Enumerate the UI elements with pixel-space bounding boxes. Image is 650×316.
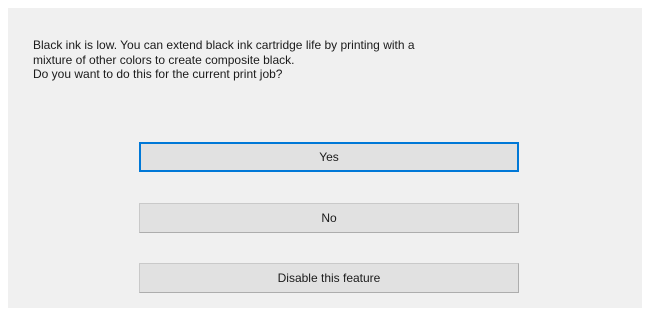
message-line-3: Do you want to do this for the current p…: [33, 67, 283, 81]
message-line-2: mixture of other colors to create compos…: [33, 52, 295, 67]
low-ink-dialog: Black ink is low. You can extend black i…: [8, 8, 642, 308]
message-line-1: Black ink is low. You can extend black i…: [33, 38, 415, 52]
disable-feature-button[interactable]: Disable this feature: [139, 263, 519, 293]
no-button[interactable]: No: [139, 203, 519, 233]
dialog-message: Black ink is low. You can extend black i…: [33, 38, 623, 82]
yes-button[interactable]: Yes: [139, 142, 519, 172]
